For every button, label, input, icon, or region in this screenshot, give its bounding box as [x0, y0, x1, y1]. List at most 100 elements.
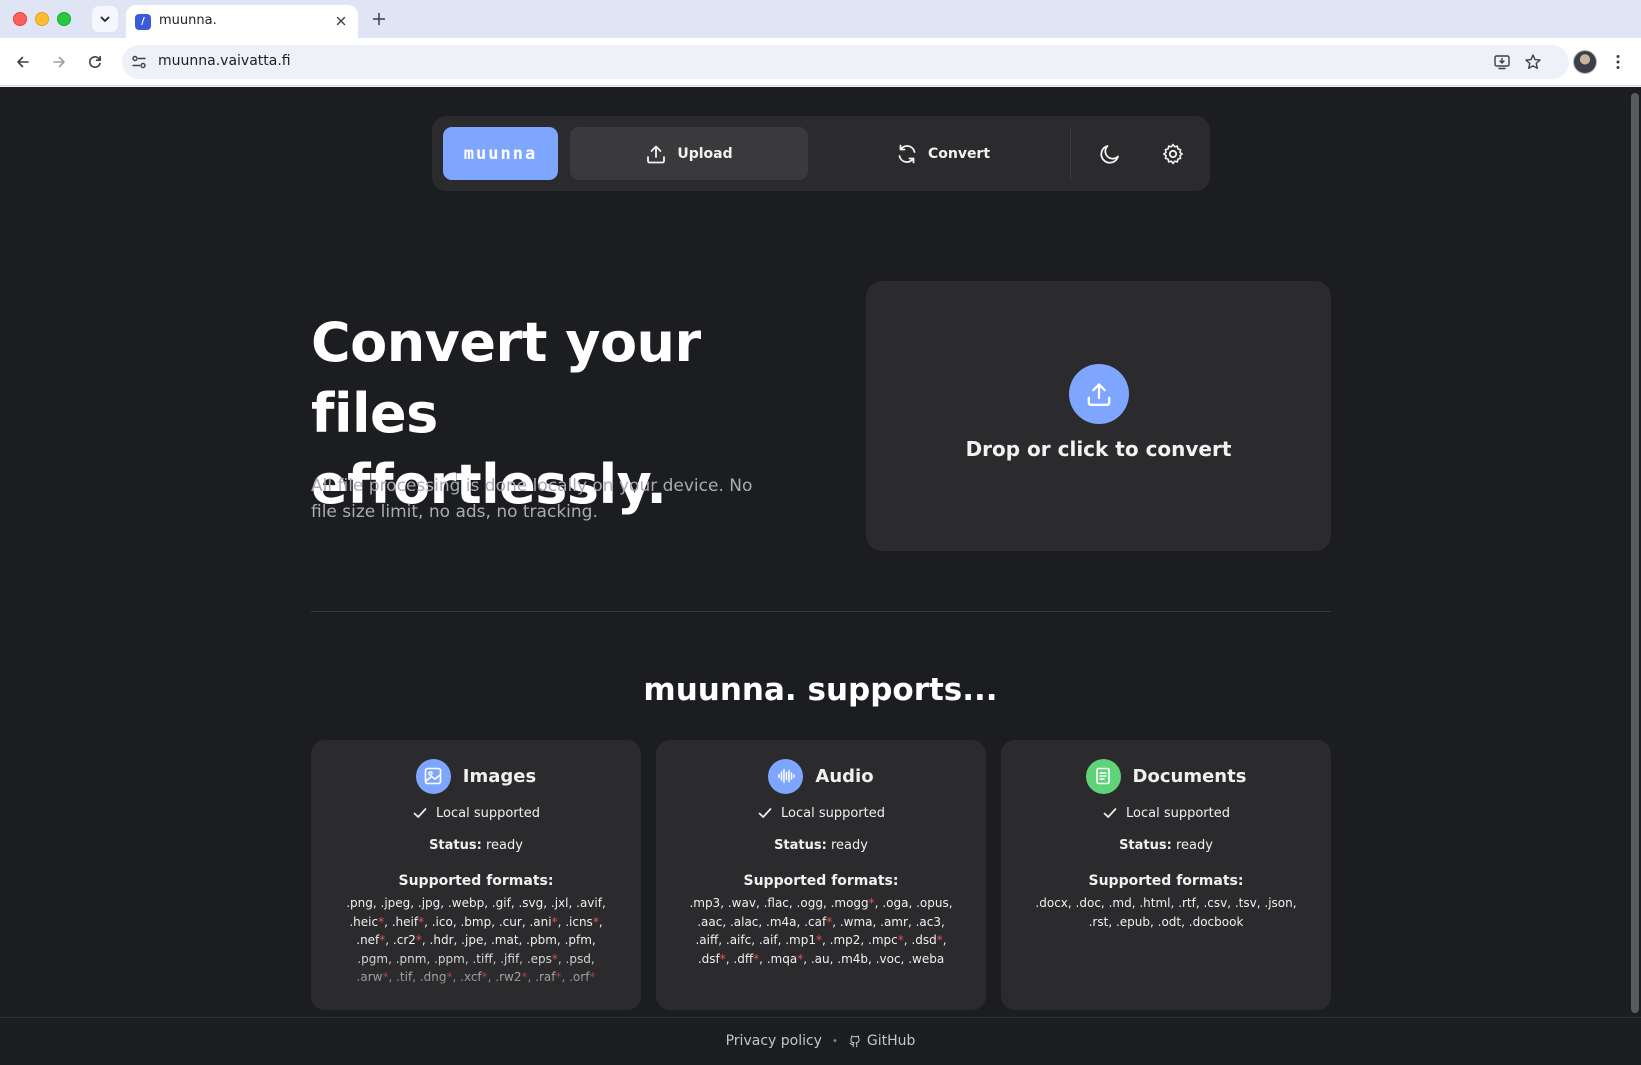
- theme-toggle-button[interactable]: [1083, 127, 1136, 180]
- nav-divider: [1070, 127, 1071, 180]
- supports-title: muunna. supports...: [643, 672, 998, 708]
- format-item: .docx: [1035, 896, 1068, 910]
- section-divider: [311, 611, 1331, 612]
- asterisk-mark: *: [379, 933, 386, 947]
- star-icon: [1525, 54, 1541, 69]
- status-label: Status:: [429, 838, 482, 853]
- format-item: .ac3: [915, 914, 941, 929]
- format-item: .rtf: [1178, 896, 1196, 910]
- plus-icon: [372, 12, 386, 26]
- asterisk-mark: *: [868, 896, 875, 910]
- tab-search-button[interactable]: [92, 6, 118, 32]
- tab-close-button[interactable]: [332, 12, 350, 30]
- status-label: Status:: [1119, 838, 1172, 853]
- local-supported: Local supported: [1001, 805, 1331, 821]
- reload-button[interactable]: [82, 49, 108, 75]
- format-item: .m4b: [837, 951, 869, 966]
- local-supported-label: Local supported: [781, 805, 885, 821]
- format-item: .tsv: [1234, 896, 1257, 910]
- format-item: .mp1*: [785, 933, 822, 947]
- forward-button[interactable]: [46, 49, 72, 75]
- format-item: .au: [810, 951, 830, 966]
- asterisk-mark: *: [753, 951, 760, 966]
- format-item: .icns*: [565, 914, 599, 929]
- settings-button[interactable]: [1146, 127, 1199, 180]
- status-label: Status:: [774, 838, 827, 853]
- card-status: Status: ready: [1001, 838, 1331, 853]
- site-settings-icon[interactable]: [130, 53, 148, 71]
- browser-tab[interactable]: / muunna.: [126, 5, 358, 38]
- format-item: .mqa*: [766, 951, 804, 966]
- new-tab-button[interactable]: [368, 8, 390, 30]
- format-item: .md: [1108, 896, 1132, 910]
- hero-subtitle: All file processing is done locally on y…: [311, 476, 753, 522]
- format-item: .csv: [1203, 896, 1228, 910]
- format-item: .mp2: [829, 933, 861, 947]
- address-bar[interactable]: muunna.vaivatta.fi: [122, 45, 1569, 79]
- local-supported: Local supported: [656, 805, 986, 821]
- card-header: Images: [311, 758, 641, 794]
- formats-label: Supported formats:: [743, 873, 899, 889]
- local-supported-label: Local supported: [436, 805, 540, 821]
- format-item: .mp3: [689, 896, 721, 910]
- asterisk-mark: *: [815, 933, 822, 947]
- back-button[interactable]: [10, 49, 36, 75]
- convert-button[interactable]: Convert: [818, 127, 1068, 180]
- format-item: .dsd*: [911, 933, 943, 947]
- privacy-policy-link[interactable]: Privacy policy: [726, 1033, 822, 1049]
- format-item: .amr: [880, 914, 908, 929]
- status-value: ready: [1175, 838, 1213, 853]
- gear-icon: [1162, 143, 1183, 164]
- format-item: .mpc*: [868, 933, 904, 947]
- formats-list: .docx, .doc, .md, .html, .rtf, .csv, .ts…: [1035, 896, 1297, 929]
- format-item: .flac: [763, 896, 789, 910]
- format-item: .jpe: [461, 933, 484, 947]
- format-item: .caf*: [804, 914, 833, 929]
- asterisk-mark: *: [826, 914, 833, 929]
- browser-menu-button[interactable]: [1610, 50, 1626, 74]
- close-icon: [336, 16, 346, 26]
- dropzone-label: Drop or click to convert: [965, 437, 1232, 461]
- maximize-window-button[interactable]: [57, 12, 71, 26]
- url-text: muunna.vaivatta.fi: [158, 53, 291, 69]
- format-item: .voc: [875, 951, 901, 966]
- asterisk-mark: *: [936, 933, 943, 947]
- format-item: .hdr: [429, 933, 454, 947]
- card-title: Documents: [1132, 765, 1247, 787]
- format-item: .nef*: [356, 933, 386, 947]
- file-dropzone[interactable]: Drop or click to convert: [866, 281, 1331, 551]
- hero-title-line1: Convert your files: [311, 311, 701, 445]
- status-value: ready: [485, 838, 523, 853]
- reload-icon: [89, 55, 101, 68]
- convert-label: Convert: [927, 145, 991, 162]
- asterisk-mark: *: [378, 914, 385, 929]
- format-item: .html: [1139, 896, 1171, 910]
- minimize-window-button[interactable]: [35, 12, 49, 26]
- format-item: .weba: [908, 951, 945, 966]
- tab-title: muunna.: [159, 13, 217, 28]
- formats-list: .mp3, .wav, .flac, .ogg, .mogg*, .oga, .…: [689, 896, 953, 966]
- github-link[interactable]: GitHub: [848, 1033, 916, 1049]
- format-item: .docbook: [1188, 914, 1244, 929]
- format-item: .pbm: [526, 933, 557, 947]
- brand-logo-button[interactable]: muunna: [443, 127, 558, 180]
- asterisk-mark: *: [719, 951, 726, 966]
- format-item: .wav: [727, 896, 756, 910]
- profile-avatar[interactable]: [1573, 50, 1597, 74]
- card-title: Audio: [815, 765, 874, 787]
- upload-button[interactable]: Upload: [570, 127, 808, 180]
- arrow-right-icon: [53, 56, 65, 68]
- bookmark-button[interactable]: [1523, 52, 1543, 72]
- card-fade: [311, 950, 641, 1010]
- moon-icon: [1099, 144, 1119, 164]
- format-item: .mat: [490, 933, 519, 947]
- image-icon: [415, 758, 451, 794]
- asterisk-mark: *: [592, 914, 599, 929]
- close-window-button[interactable]: [13, 12, 27, 26]
- github-label: GitHub: [866, 1033, 916, 1049]
- asterisk-mark: *: [551, 914, 558, 929]
- page-viewport: muunna Upload Convert Convert your files…: [0, 87, 1641, 1065]
- card-title: Images: [462, 765, 537, 787]
- page-scrollbar[interactable]: [1631, 93, 1639, 1013]
- install-app-button[interactable]: [1492, 52, 1512, 72]
